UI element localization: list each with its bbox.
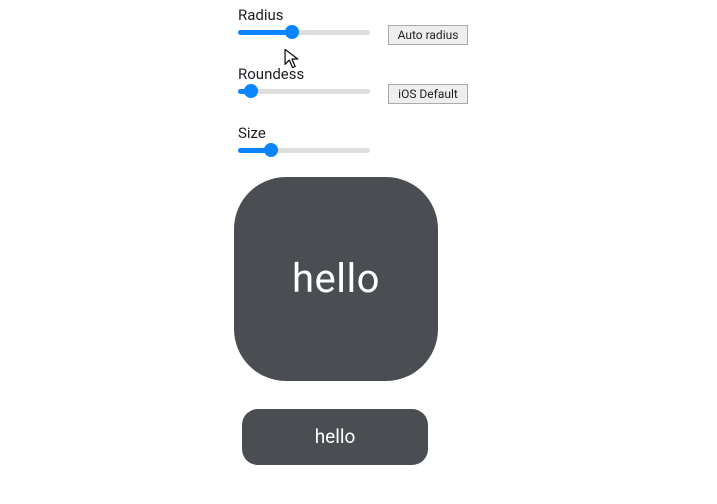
button-preview: hello <box>242 409 717 465</box>
ios-default-button[interactable]: iOS Default <box>388 84 468 104</box>
squircle-shape: hello <box>234 177 438 381</box>
squircle-preview: hello <box>234 177 717 381</box>
button-text: hello <box>315 425 356 448</box>
auto-radius-button[interactable]: Auto radius <box>388 25 468 45</box>
size-label: Size <box>238 124 378 144</box>
roundness-label: Roundess <box>238 65 378 85</box>
button-shape: hello <box>242 409 428 465</box>
squircle-text: hello <box>292 255 380 302</box>
radius-label: Radius <box>238 6 378 26</box>
radius-slider[interactable] <box>238 30 370 35</box>
roundness-slider[interactable] <box>238 89 370 94</box>
size-control: Size <box>238 124 717 153</box>
radius-control: Radius Auto radius <box>238 6 717 45</box>
size-slider[interactable] <box>238 148 370 153</box>
roundness-control: Roundess iOS Default <box>238 65 717 104</box>
